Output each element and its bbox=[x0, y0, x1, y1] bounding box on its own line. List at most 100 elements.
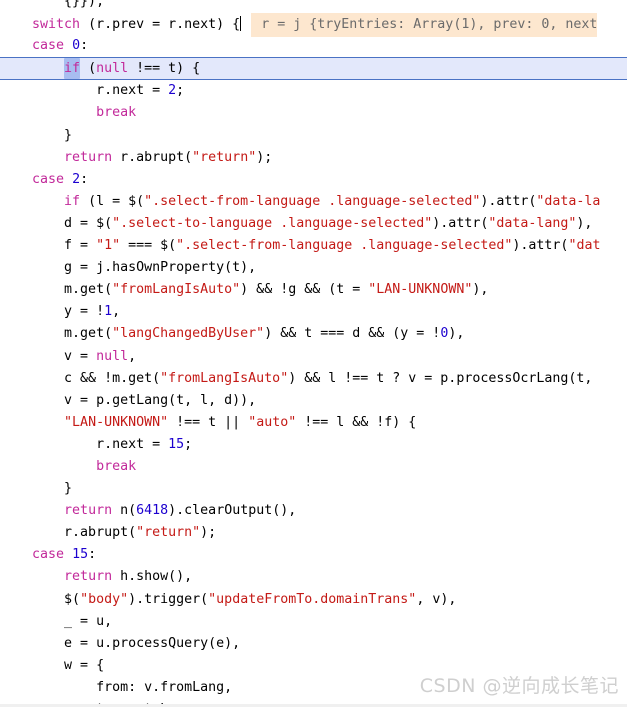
code-line-current[interactable]: if (null !== t) { bbox=[0, 57, 627, 81]
code-editor[interactable]: {}}); switch (r.prev = r.next) { r = j {t… bbox=[0, 0, 627, 707]
code-token: switch bbox=[32, 17, 81, 33]
code-token: v = p.getLang(t, l, d)), bbox=[0, 392, 257, 408]
code-token: ).trigger( bbox=[128, 591, 209, 607]
code-line[interactable]: if (l = $(".select-from-language .langua… bbox=[0, 191, 627, 213]
code-line[interactable]: e = u.processQuery(e), bbox=[0, 633, 627, 655]
code-token: (r.prev = r.next) { bbox=[80, 17, 241, 33]
code-line[interactable]: break bbox=[0, 456, 627, 478]
code-token: null bbox=[96, 61, 129, 77]
code-line[interactable]: c && !m.get("fromLangIsAuto") && l !== t… bbox=[0, 368, 627, 390]
code-line[interactable]: case 0: bbox=[0, 35, 627, 57]
code-line[interactable]: } bbox=[0, 478, 627, 500]
code-token: ) && !g && (t = bbox=[240, 282, 369, 298]
code-token: : bbox=[80, 171, 89, 187]
code-line[interactable]: return h.show(), bbox=[0, 566, 627, 588]
code-token: m.get( bbox=[0, 282, 113, 298]
code-line[interactable]: r.next = 15; bbox=[0, 434, 627, 456]
code-token: 2 bbox=[168, 83, 177, 99]
code-token: !== t || bbox=[168, 414, 249, 430]
csdn-watermark: CSDN @逆向成长笔记 bbox=[419, 675, 619, 697]
code-token: } bbox=[0, 127, 73, 143]
code-token: "return" bbox=[192, 149, 257, 165]
code-line[interactable]: } bbox=[0, 125, 627, 147]
code-token: if bbox=[64, 193, 81, 209]
code-line[interactable]: r.abrupt("return"); bbox=[0, 522, 627, 544]
code-token: ), bbox=[576, 215, 593, 231]
code-line[interactable]: g = j.hasOwnProperty(t), bbox=[0, 257, 627, 279]
code-token: r.abrupt( bbox=[112, 149, 193, 165]
code-token: case bbox=[32, 171, 65, 187]
code-token: ".select-from-language .language-selecte… bbox=[176, 238, 513, 254]
code-token: 1 bbox=[104, 304, 113, 320]
code-line[interactable]: switch (r.prev = r.next) { r = j {tryEntr… bbox=[0, 13, 627, 38]
code-line[interactable]: v = p.getLang(t, l, d)), bbox=[0, 390, 627, 412]
code-token: return bbox=[64, 149, 113, 165]
code-token: 15 bbox=[168, 436, 185, 452]
code-line[interactable]: y = !1, bbox=[0, 301, 627, 323]
code-token: "data-la bbox=[536, 193, 601, 209]
code-line[interactable]: {}}); bbox=[0, 0, 627, 13]
code-token: n( bbox=[112, 503, 137, 519]
code-line[interactable]: f = "1" === $(".select-from-language .la… bbox=[0, 235, 627, 257]
code-token: case bbox=[32, 547, 65, 563]
code-line[interactable]: $("body").trigger("updateFromTo.domainTr… bbox=[0, 589, 627, 611]
code-line[interactable]: "LAN-UNKNOWN" !== t || "auto" !== l && !… bbox=[0, 412, 627, 434]
code-line[interactable]: m.get("fromLangIsAuto") && !g && (t = "L… bbox=[0, 279, 627, 301]
code-line[interactable]: _ = u, bbox=[0, 611, 627, 633]
code-token: ) && l !== t ? v = p.processOcrLang(t, bbox=[288, 370, 593, 386]
code-line[interactable]: case 2: bbox=[0, 169, 627, 191]
inline-debug-value-badge[interactable]: r = j {tryEntries: Array(1), prev: 0, ne… bbox=[251, 13, 598, 38]
code-line[interactable]: return r.abrupt("return"); bbox=[0, 147, 627, 169]
code-token: , bbox=[128, 348, 137, 364]
code-token: 6418 bbox=[136, 503, 169, 519]
code-token: y = ! bbox=[0, 304, 105, 320]
code-line[interactable]: return n(6418).clearOutput(), bbox=[0, 500, 627, 522]
code-token: g = j.hasOwnProperty(t), bbox=[0, 260, 257, 276]
code-token: c && !m.get( bbox=[0, 370, 161, 386]
text-caret bbox=[240, 16, 242, 32]
code-token: , bbox=[112, 304, 121, 320]
code-token: : bbox=[80, 38, 89, 54]
code-token: === $( bbox=[120, 238, 177, 254]
code-token: ".select-from-language .language-selecte… bbox=[144, 193, 481, 209]
code-token: f = bbox=[0, 238, 97, 254]
code-token: ".select-to-language .language-selected" bbox=[112, 215, 433, 231]
code-token: d = $( bbox=[0, 215, 113, 231]
code-token: m.get( bbox=[0, 326, 113, 342]
code-token: !== l && !f) { bbox=[296, 414, 417, 430]
code-token: 15 bbox=[72, 547, 89, 563]
code-token: 0 bbox=[440, 326, 449, 342]
code-token: ); bbox=[256, 149, 273, 165]
code-line[interactable]: m.get("langChangedByUser") && t === d &&… bbox=[0, 323, 627, 345]
code-token: v = bbox=[0, 348, 97, 364]
code-token: r.next = bbox=[0, 83, 169, 99]
code-token: w = { bbox=[0, 657, 105, 673]
code-line[interactable]: case 15: bbox=[0, 544, 627, 566]
code-token: "fromLangIsAuto" bbox=[160, 370, 289, 386]
code-token: null bbox=[96, 348, 129, 364]
code-token: return bbox=[64, 503, 113, 519]
code-line[interactable]: d = $(".select-to-language .language-sel… bbox=[0, 213, 627, 235]
code-token: "dat bbox=[568, 238, 601, 254]
code-line[interactable]: break bbox=[0, 102, 627, 124]
code-token: ).attr( bbox=[480, 193, 537, 209]
code-token: ).clearOutput(), bbox=[168, 503, 297, 519]
code-lines-container[interactable]: {}}); switch (r.prev = r.next) { r = j {t… bbox=[0, 0, 627, 707]
code-token: (l = $( bbox=[80, 193, 145, 209]
code-token: "data-lang" bbox=[488, 215, 577, 231]
code-line[interactable]: r.next = 2; bbox=[0, 80, 627, 102]
code-token: } bbox=[0, 481, 73, 497]
code-line[interactable]: v = null, bbox=[0, 346, 627, 368]
